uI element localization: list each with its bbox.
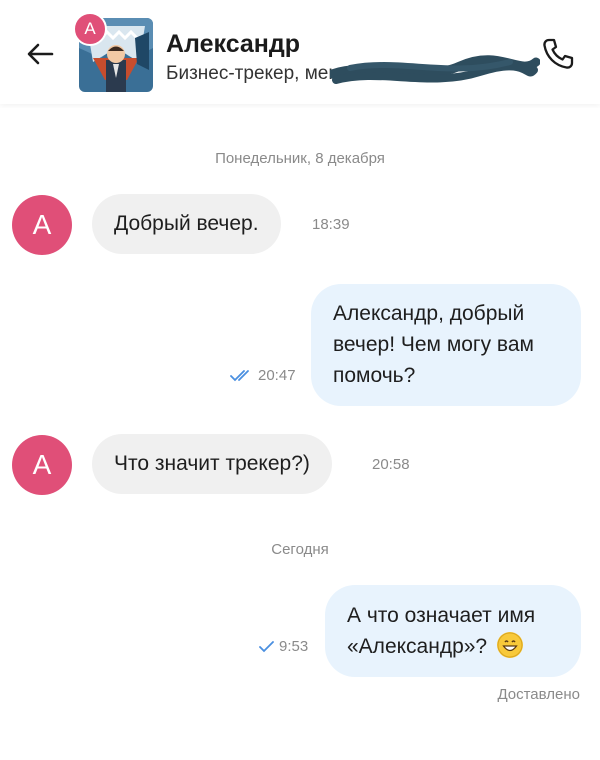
single-check-icon [259,641,274,653]
message-meta: 9:53 [259,638,308,655]
incoming-message: Что значит трекер?) [92,434,332,494]
redaction-scribble [330,55,540,84]
contact-avatar[interactable]: А [73,12,153,92]
message-time: 20:58 [372,456,410,473]
arrow-left-icon[interactable] [24,38,56,70]
date-separator: Сегодня [271,541,329,558]
message-line: помочь? [333,364,416,387]
sender-avatar[interactable]: А [12,435,72,495]
delivery-status: Доставлено [497,686,580,703]
date-separator: Понедельник, 8 декабря [215,150,385,167]
outgoing-message: А что означает имя «Александр»? [325,585,581,677]
message-line: А что означает имя [347,604,536,627]
grinning-face-icon [496,632,523,658]
chat-header: А Александр Бизнес-трекер, мент [0,0,600,104]
message-time: 18:39 [312,216,350,233]
message-line: Александр, добрый [333,302,525,325]
sender-avatar[interactable]: А [12,195,72,255]
incoming-message: Добрый вечер. [92,194,281,254]
outgoing-message: Александр, добрый вечер! Чем могу вам по… [311,284,581,406]
message-line: «Александр»? [347,631,535,662]
phone-icon[interactable] [540,36,576,72]
message-line: вечер! Чем могу вам [333,333,534,356]
contact-name: Александр [166,30,301,58]
message-meta: 20:47 [230,367,296,384]
double-check-icon [230,370,249,382]
message-feed[interactable]: Понедельник, 8 декабря А Добрый вечер. 1… [0,108,600,760]
message-time: 20:47 [258,367,296,384]
contact-status: Бизнес-трекер, мент [166,63,348,84]
message-time: 9:53 [279,638,309,655]
avatar-badge: А [73,12,107,46]
